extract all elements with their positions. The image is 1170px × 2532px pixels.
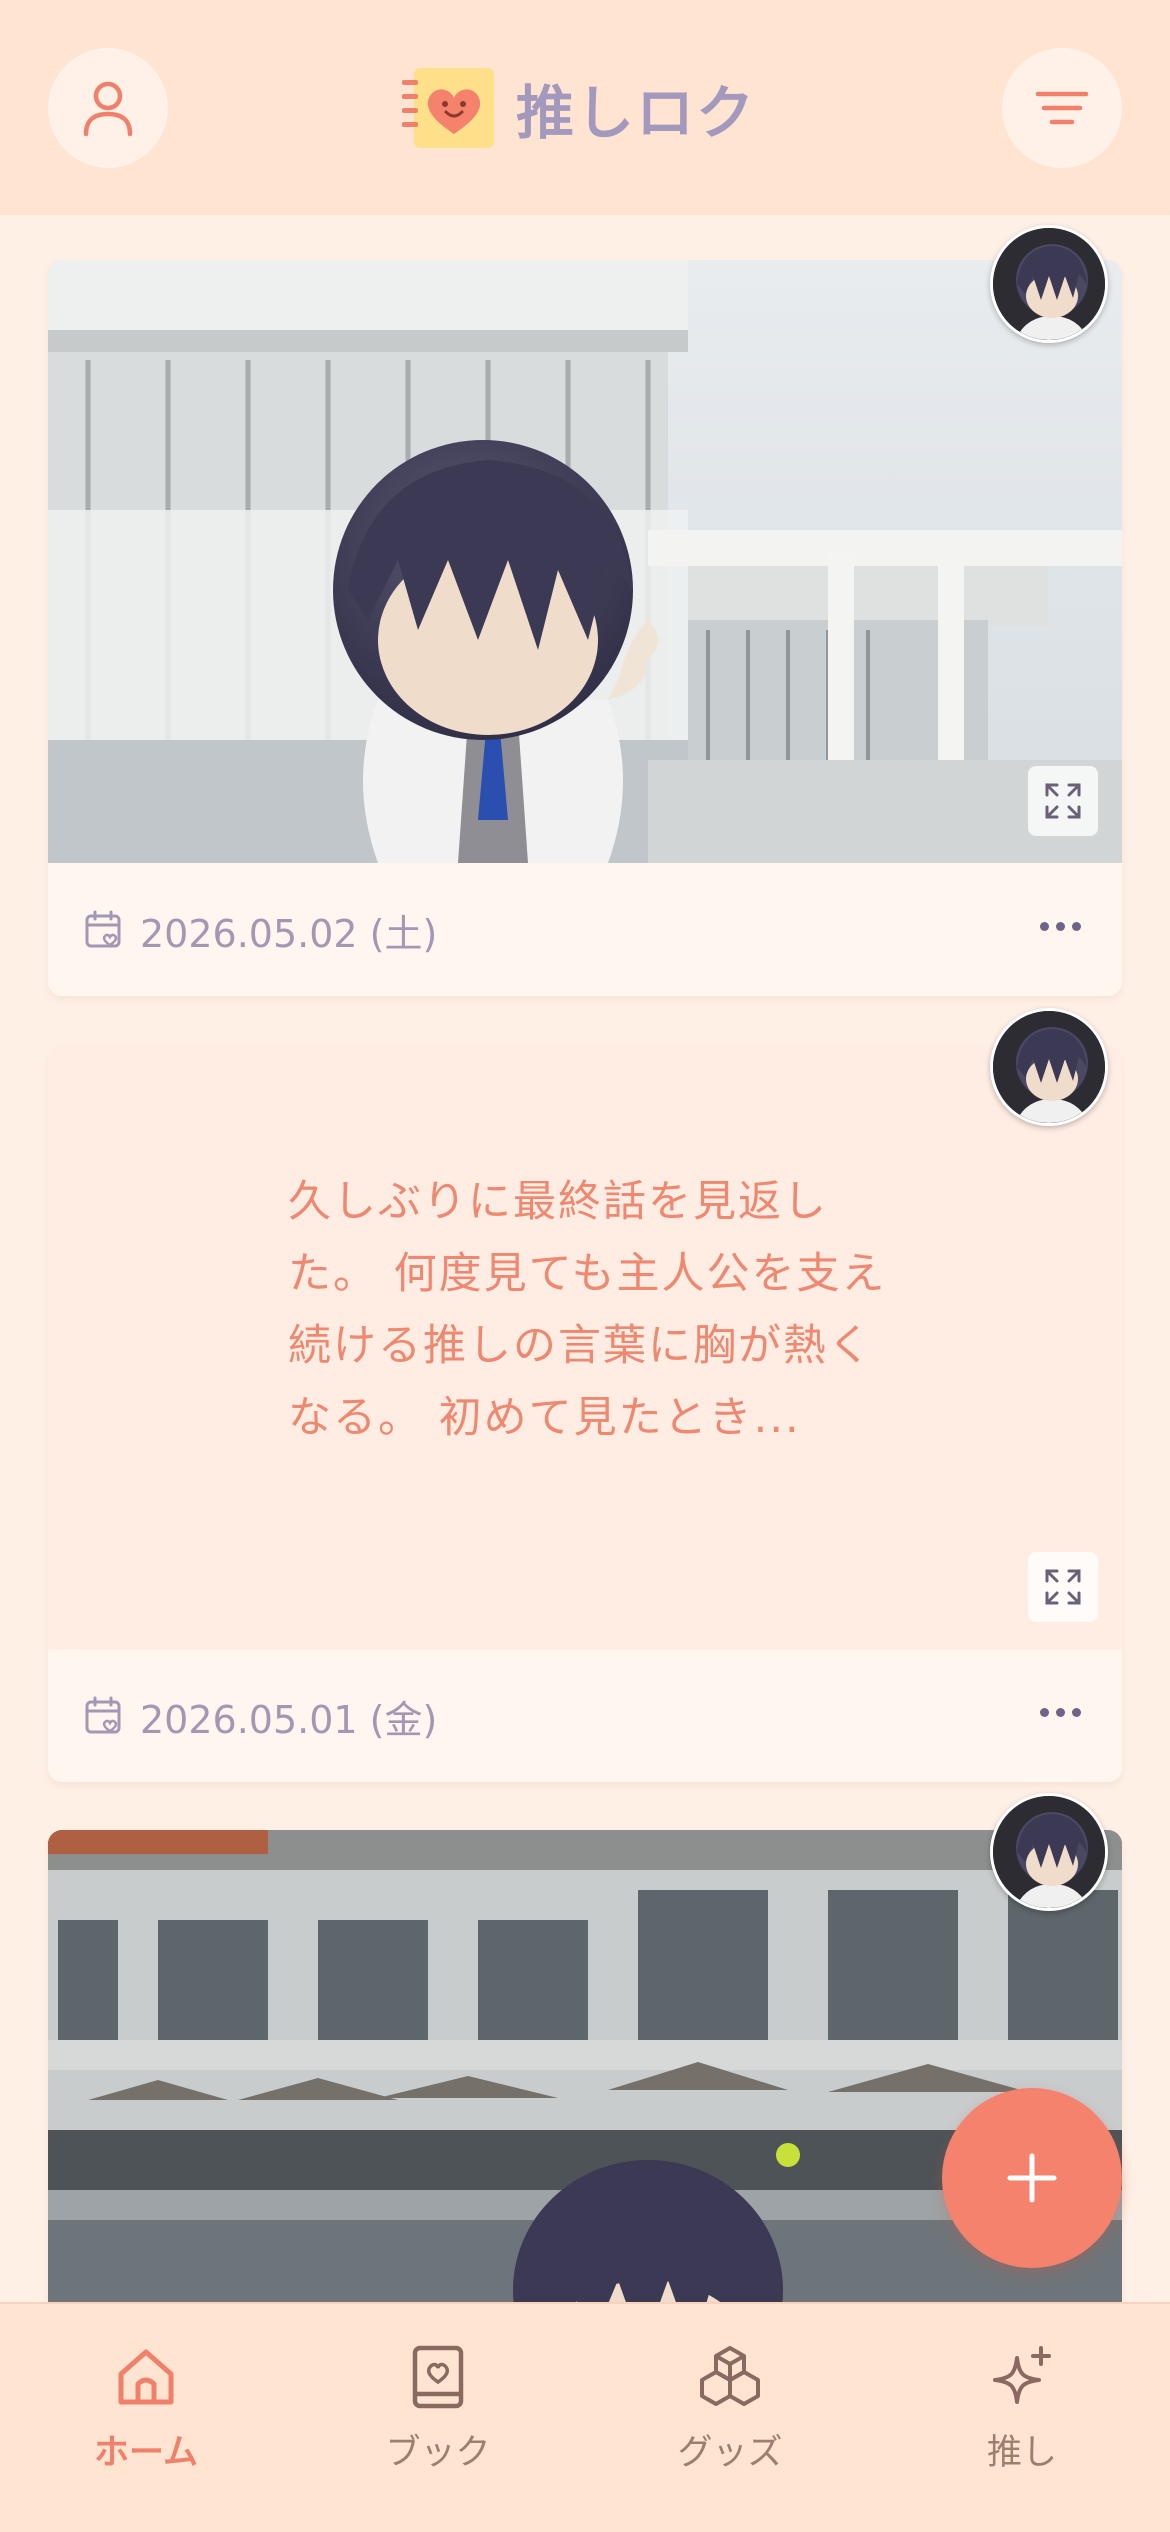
nav-book[interactable]: ブック: [338, 2344, 538, 2475]
filter-lines-icon: [1035, 91, 1089, 125]
boxes-icon: [700, 2346, 760, 2406]
calendar-heart-icon: [85, 1696, 121, 1734]
nav-book-label: ブック: [385, 2433, 491, 2473]
expand-arrows-icon: [1045, 783, 1081, 819]
oshi-avatar[interactable]: [990, 225, 1108, 343]
nav-goods-label: グッズ: [677, 2433, 783, 2473]
app-logo: 推しロク: [400, 60, 756, 156]
plus-icon: [1007, 2153, 1057, 2203]
memo-text: 久しぶりに最終話を見返した。 何度見ても主人公を支え続ける推しの言葉に胸が熱くな…: [288, 1177, 887, 1443]
logo-heart-notebook-icon: [400, 64, 498, 152]
app-title: 推しロク: [516, 79, 757, 147]
book-heart-icon: [412, 2345, 464, 2409]
app-header: 推しロク: [0, 0, 1170, 215]
bottom-nav: ホーム ブック グッズ 推し: [0, 2302, 1170, 2532]
nav-oshi[interactable]: 推し: [922, 2344, 1122, 2475]
more-options-button[interactable]: [1028, 901, 1092, 951]
expand-button[interactable]: [1028, 1552, 1098, 1622]
log-card[interactable]: 2026.05.02 (土): [48, 260, 1122, 996]
add-log-button[interactable]: [942, 2088, 1122, 2268]
expand-arrows-icon: [1045, 1569, 1081, 1605]
calendar-heart-icon: [85, 910, 121, 948]
oshi-avatar[interactable]: [990, 1793, 1108, 1911]
oshi-avatar[interactable]: [990, 1008, 1108, 1126]
sparkles-icon: [993, 2346, 1051, 2404]
more-dots-icon: [1039, 921, 1049, 931]
filter-button[interactable]: [1002, 48, 1122, 168]
profile-button[interactable]: [48, 48, 168, 168]
log-date: 2026.05.02 (土): [140, 912, 438, 956]
card-footer: 2026.05.02 (土): [48, 863, 1122, 996]
user-icon: [83, 81, 133, 137]
home-icon: [118, 2349, 174, 2405]
log-photo[interactable]: [48, 260, 1122, 863]
log-date: 2026.05.01 (金): [140, 1698, 438, 1742]
nav-home-label: ホーム: [94, 2433, 198, 2473]
nav-goods[interactable]: グッズ: [630, 2344, 830, 2475]
nav-home[interactable]: ホーム: [46, 2344, 246, 2475]
memo-area[interactable]: 久しぶりに最終話を見返した。 何度見ても主人公を支え続ける推しの言葉に胸が熱くな…: [48, 1046, 1122, 1649]
log-card[interactable]: 久しぶりに最終話を見返した。 何度見ても主人公を支え続ける推しの言葉に胸が熱くな…: [48, 1046, 1122, 1782]
card-footer: 2026.05.01 (金): [48, 1649, 1122, 1782]
expand-button[interactable]: [1028, 766, 1098, 836]
nav-oshi-label: 推し: [986, 2433, 1057, 2473]
more-dots-icon: [1039, 1707, 1049, 1717]
more-options-button[interactable]: [1028, 1687, 1092, 1737]
